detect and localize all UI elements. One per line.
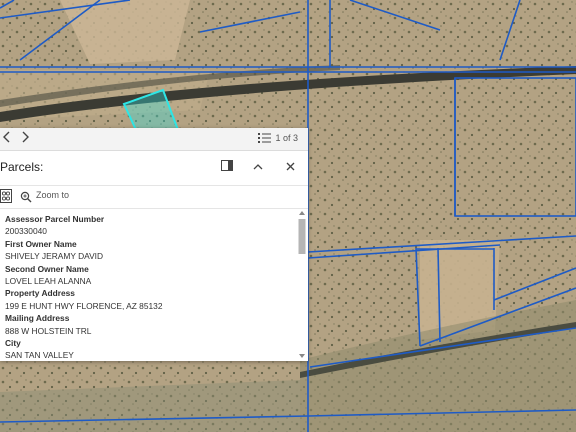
dock-button[interactable]: [219, 159, 235, 175]
popup-toolbar: Zoom to: [0, 186, 308, 209]
field-value: SHIVELY JERAMY DAVID: [5, 251, 104, 262]
feature-pager[interactable]: 1 of 3: [258, 132, 298, 144]
field-label: Assessor Parcel Number: [5, 214, 105, 224]
scrollbar-thumb[interactable]: [298, 219, 306, 254]
collapse-button[interactable]: [250, 159, 266, 175]
field-label: City: [5, 338, 21, 349]
field-label: Second Owner Name: [5, 263, 89, 274]
dock-icon: [221, 160, 233, 171]
scrollbar[interactable]: [298, 210, 306, 360]
field-value: 199 E HUNT HWY FLORENCE, AZ 85132: [5, 300, 163, 311]
field-value: SAN TAN VALLEY: [5, 350, 74, 360]
zoom-to-label[interactable]: Zoom to: [36, 190, 69, 200]
field-label: Mailing Address: [5, 313, 70, 324]
attribute-list: Assessor Parcel Number 200330040 First O…: [0, 210, 296, 360]
popup-header: Parcels:: [0, 151, 308, 186]
chevron-right-icon: [22, 131, 29, 143]
field-label: Property Address: [5, 288, 75, 299]
chevron-up-icon: [253, 164, 263, 170]
next-feature-button[interactable]: [20, 130, 30, 148]
field-value: 200330040: [5, 226, 47, 237]
previous-feature-button[interactable]: [2, 130, 12, 148]
field-label: First Owner Name: [5, 238, 77, 249]
field-value: LOVEL LEAH ALANNA: [5, 276, 92, 287]
pager-text: 1 of 3: [275, 133, 298, 143]
popup-nav-bar: 1 of 3: [0, 128, 308, 151]
close-button[interactable]: [282, 159, 298, 175]
close-icon: [286, 162, 294, 171]
parcel-popup: 1 of 3 Parcels: Zoom to Assessor Parcel …: [0, 128, 308, 361]
scroll-up-arrow[interactable]: [299, 211, 305, 215]
zoom-icon: [20, 191, 32, 203]
list-icon: [258, 133, 272, 143]
field-value: 888 W HOLSTEIN TRL: [5, 325, 92, 336]
select-features-icon: [0, 189, 12, 203]
popup-title: Parcels:: [0, 160, 44, 174]
scroll-down-arrow[interactable]: [299, 354, 305, 358]
select-features-button[interactable]: [0, 189, 12, 208]
zoom-to-button[interactable]: [20, 190, 32, 208]
chevron-left-icon: [3, 131, 10, 143]
